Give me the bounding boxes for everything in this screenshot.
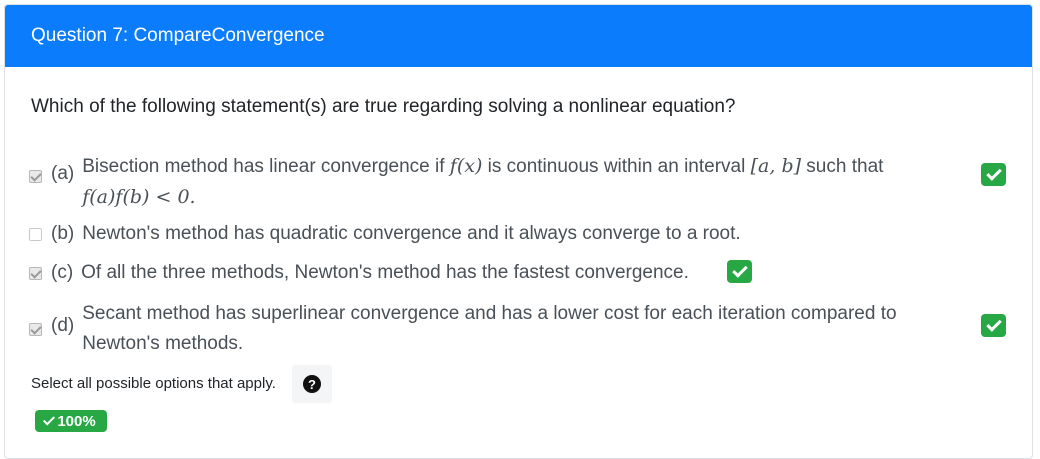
option-c-correct-check-icon <box>727 260 752 283</box>
option-b-letter: (b) <box>51 223 75 244</box>
option-b-text: Newton's method has quadratic convergenc… <box>82 223 741 244</box>
option-a-text-part: Bisection method has linear convergence … <box>82 156 450 177</box>
instructions-text: Select all possible options that apply. <box>31 375 276 392</box>
score-badge: 100% <box>35 410 107 432</box>
score-value: 100% <box>57 412 96 430</box>
option-d-text-line2: Newton's methods. <box>82 333 244 354</box>
option-a-checkbox[interactable] <box>29 170 42 183</box>
help-button[interactable]: ? <box>292 365 332 403</box>
option-c-checkbox[interactable] <box>29 267 42 280</box>
option-d-letter: (d) <box>51 315 75 336</box>
option-d[interactable]: (d) Secant method has superlinear conver… <box>29 299 897 359</box>
option-a-text-part: is continuous within an interval <box>482 156 751 177</box>
option-d-text-line1: Secant method has superlinear convergenc… <box>82 303 897 324</box>
option-a-math-condition: f(a)f(b) < 0. <box>82 186 196 208</box>
score-check-icon <box>43 412 56 426</box>
option-b-checkbox[interactable] <box>29 228 42 241</box>
option-d-text: Secant method has superlinear convergenc… <box>82 299 896 359</box>
option-a-math-f: f(x) <box>449 155 483 177</box>
option-a-letter: (a) <box>51 163 75 184</box>
option-a[interactable]: (a) Bisection method has linear converge… <box>29 151 883 212</box>
option-a-text-part: such that <box>801 156 884 177</box>
option-a-correct-check-icon <box>981 163 1006 186</box>
option-a-text: Bisection method has linear convergence … <box>82 151 883 212</box>
question-prompt: Which of the following statement(s) are … <box>31 96 736 117</box>
question-title: Question 7: CompareConvergence <box>31 25 325 46</box>
question-circle-icon: ? <box>303 375 321 393</box>
question-card: Question 7: CompareConvergence Which of … <box>4 4 1033 459</box>
option-a-math-interval: [a, b] <box>750 155 802 177</box>
option-d-checkbox[interactable] <box>29 323 42 336</box>
option-d-correct-check-icon <box>981 314 1006 337</box>
question-header: Question 7: CompareConvergence <box>5 5 1032 67</box>
option-c-letter: (c) <box>51 262 74 283</box>
option-c-text: Of all the three methods, Newton's metho… <box>81 262 689 283</box>
option-b[interactable]: (b) Newton's method has quadratic conver… <box>29 219 741 249</box>
option-c[interactable]: (c) Of all the three methods, Newton's m… <box>29 258 689 288</box>
